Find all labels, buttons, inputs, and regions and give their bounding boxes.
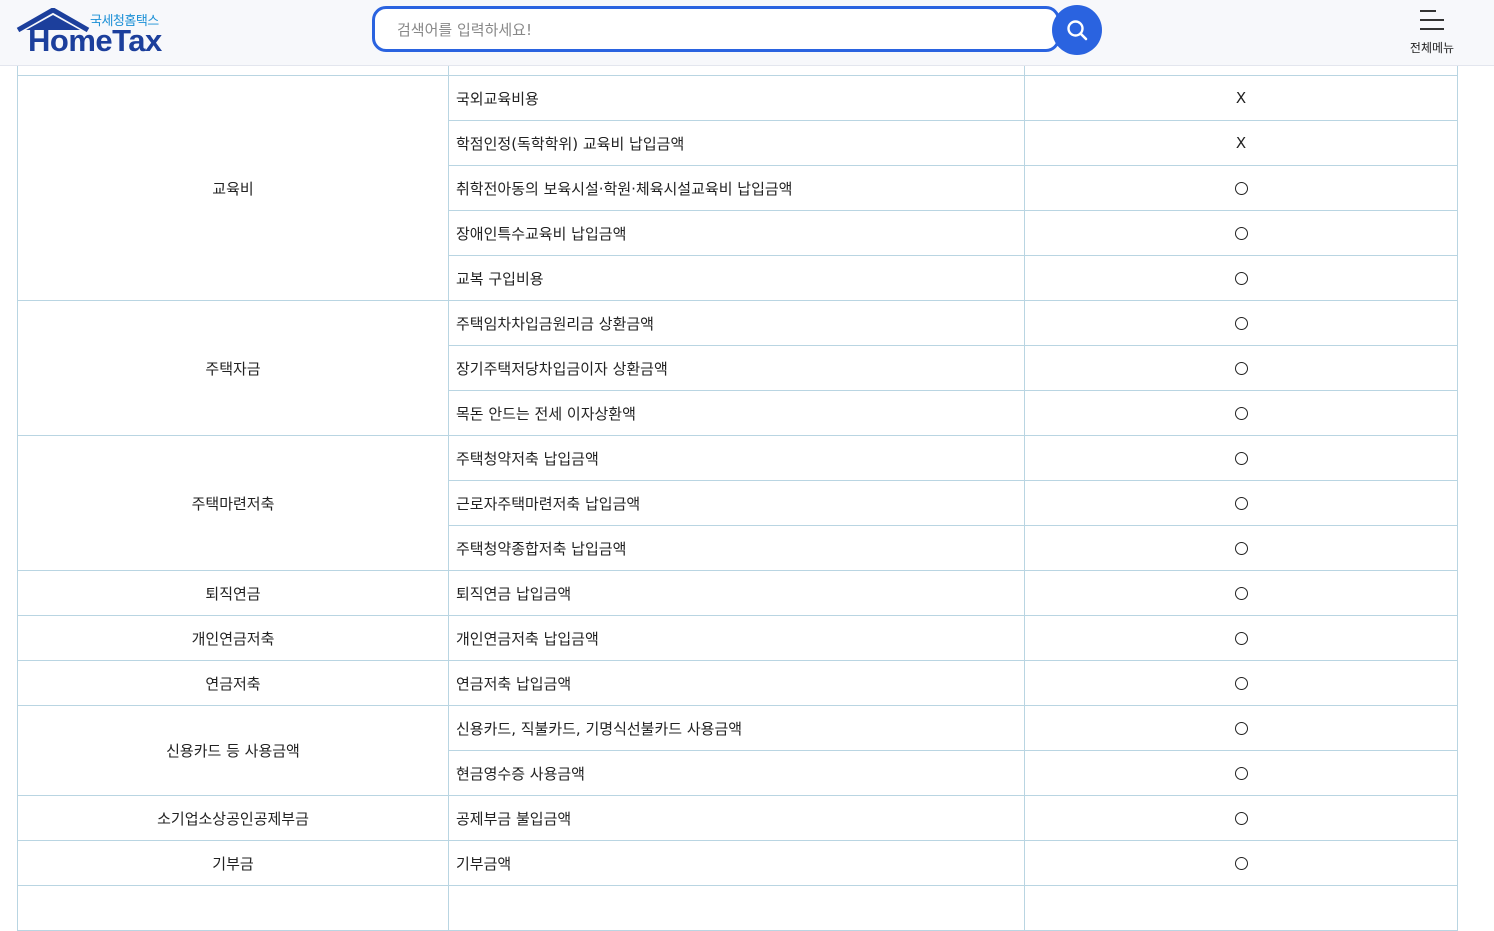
search-icon [1067, 20, 1088, 41]
item-cell: 연금저축 납입금액 [448, 660, 1025, 706]
category-cell: 기부금 [17, 840, 449, 886]
mark-circle-cell [1024, 165, 1458, 211]
item-cell: 장애인특수교육비 납입금액 [448, 210, 1025, 256]
mark-circle-cell [1024, 795, 1458, 841]
logo-title: HomeTax [28, 23, 162, 58]
item-cell: 교복 구입비용 [448, 255, 1025, 301]
mark-x-cell: X [1024, 120, 1458, 166]
item-cell: 기부금액 [448, 840, 1025, 886]
circle-mark-icon [1234, 272, 1248, 285]
mark-circle-cell [1024, 840, 1458, 886]
table-row: 개인연금저축 개인연금저축 납입금액 [17, 615, 1458, 661]
category-cell: 교육비 [17, 75, 449, 301]
mark-circle-cell [1024, 660, 1458, 706]
category-cell: 퇴직연금 [17, 570, 449, 616]
header: 국세청홈택스 HomeTax 전체메뉴 [0, 0, 1494, 66]
mark-circle-cell [1024, 345, 1458, 391]
mark-circle-cell [1024, 615, 1458, 661]
circle-mark-icon [1234, 452, 1248, 465]
circle-mark-icon [1234, 227, 1248, 240]
circle-mark-icon [1234, 362, 1248, 375]
hamburger-menu-icon [1420, 8, 1444, 30]
item-cell: 개인연금저축 납입금액 [448, 615, 1025, 661]
table-row: 주택마련저축 주택청약저축 납입금액 [17, 435, 1458, 571]
all-menu-label: 전체메뉴 [1409, 41, 1455, 55]
mark-circle-cell [1024, 300, 1458, 346]
deduction-table: 교육비 국외교육비용 X 학점인정(독학학위) 교육비 납입금액 X 취학전아동의 보육시… [17, 55, 1458, 931]
search-box [372, 6, 1060, 52]
circle-mark-icon [1234, 407, 1248, 420]
table-cell-empty [448, 885, 1025, 931]
item-cell: 근로자주택마련저축 납입금액 [448, 480, 1025, 526]
table-row: 소기업소상공인공제부금 공제부금 불입금액 [17, 795, 1458, 841]
category-cell: 신용카드 등 사용금액 [17, 705, 449, 796]
table-row: 주택자금 주택임차차입금원리금 상환금액 [17, 300, 1458, 436]
table-row [17, 885, 1458, 931]
item-cell: 퇴직연금 납입금액 [448, 570, 1025, 616]
category-cell: 연금저축 [17, 660, 449, 706]
circle-mark-icon [1234, 812, 1248, 825]
circle-mark-icon [1234, 587, 1248, 600]
mark-circle-cell [1024, 525, 1458, 571]
circle-mark-icon [1234, 317, 1248, 330]
item-cell: 현금영수증 사용금액 [448, 750, 1025, 796]
table-row: 신용카드 등 사용금액 신용카드, 직불카드, 기명식선불카드 사용금액 [17, 705, 1458, 796]
item-cell: 장기주택저당차입금이자 상환금액 [448, 345, 1025, 391]
circle-mark-icon [1234, 497, 1248, 510]
hometax-logo[interactable]: 국세청홈택스 HomeTax [16, 6, 176, 58]
circle-mark-icon [1234, 182, 1248, 195]
mark-circle-cell [1024, 255, 1458, 301]
mark-circle-cell [1024, 435, 1458, 481]
mark-circle-cell [1024, 705, 1458, 751]
item-cell: 주택임차차입금원리금 상환금액 [448, 300, 1025, 346]
mark-circle-cell [1024, 210, 1458, 256]
table-row: 퇴직연금 퇴직연금 납입금액 [17, 570, 1458, 616]
item-cell: 공제부금 불입금액 [448, 795, 1025, 841]
mark-x-cell: X [1024, 75, 1458, 121]
item-cell: 목돈 안드는 전세 이자상환액 [448, 390, 1025, 436]
table-row: 교육비 국외교육비용 X [17, 75, 1458, 301]
mark-circle-cell [1024, 390, 1458, 436]
deduction-table-body: 교육비 국외교육비용 X 학점인정(독학학위) 교육비 납입금액 X 취학전아동의 보육시… [17, 55, 1458, 931]
category-cell: 주택자금 [17, 300, 449, 436]
table-cell-empty [1024, 885, 1458, 931]
item-cell: 주택청약종합저축 납입금액 [448, 525, 1025, 571]
item-cell: 국외교육비용 [448, 75, 1025, 121]
item-cell: 주택청약저축 납입금액 [448, 435, 1025, 481]
item-cell: 신용카드, 직불카드, 기명식선불카드 사용금액 [448, 705, 1025, 751]
table-row: 연금저축 연금저축 납입금액 [17, 660, 1458, 706]
search-input[interactable] [395, 9, 999, 51]
category-cell: 개인연금저축 [17, 615, 449, 661]
mark-circle-cell [1024, 480, 1458, 526]
circle-mark-icon [1234, 632, 1248, 645]
mark-circle-cell [1024, 570, 1458, 616]
mark-circle-cell [1024, 750, 1458, 796]
circle-mark-icon [1234, 542, 1248, 555]
all-menu-button[interactable]: 전체메뉴 [1400, 6, 1464, 58]
item-cell: 학점인정(독학학위) 교육비 납입금액 [448, 120, 1025, 166]
table-cell-empty [17, 885, 449, 931]
circle-mark-icon [1234, 722, 1248, 735]
circle-mark-icon [1234, 767, 1248, 780]
table-row: 기부금 기부금액 [17, 840, 1458, 886]
circle-mark-icon [1234, 677, 1248, 690]
category-cell: 주택마련저축 [17, 435, 449, 571]
circle-mark-icon [1234, 857, 1248, 870]
category-cell: 소기업소상공인공제부금 [17, 795, 449, 841]
item-cell: 취학전아동의 보육시설·학원·체육시설교육비 납입금액 [448, 165, 1025, 211]
search-button[interactable] [1052, 5, 1102, 55]
